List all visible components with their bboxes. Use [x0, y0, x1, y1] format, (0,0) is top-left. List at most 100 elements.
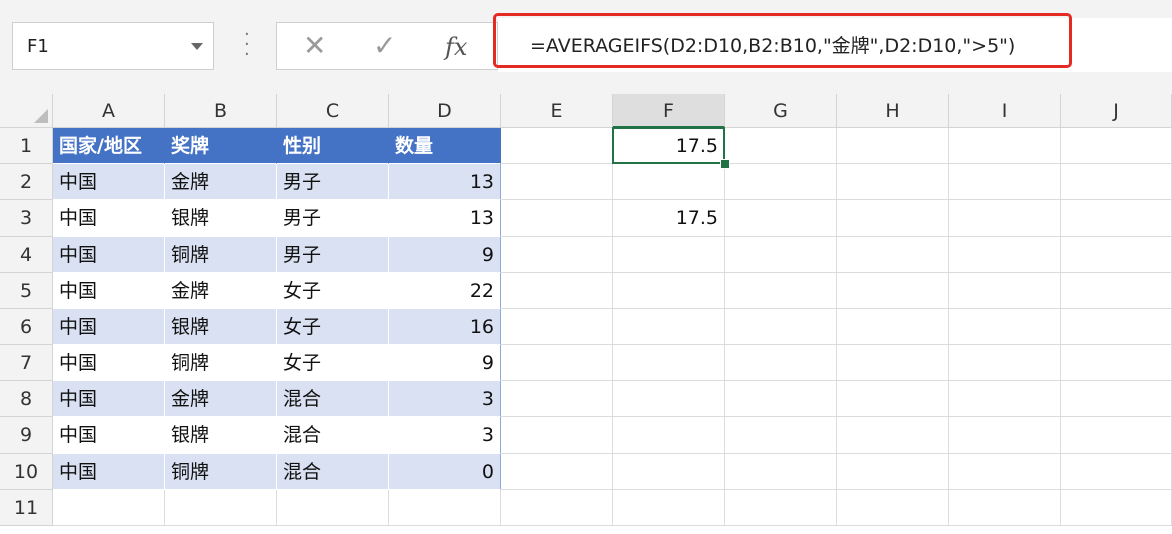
cell-g2[interactable] — [725, 164, 837, 200]
cell-i2[interactable] — [949, 164, 1061, 200]
cell-e11[interactable] — [501, 490, 613, 526]
cell-d11[interactable] — [389, 490, 501, 526]
cell-h9[interactable] — [837, 417, 949, 454]
cell-a9[interactable]: 中国 — [53, 417, 165, 454]
cell-j3[interactable] — [1061, 200, 1172, 237]
cell-b5[interactable]: 金牌 — [165, 273, 277, 309]
cell-d8[interactable]: 3 — [389, 381, 501, 417]
cell-c6[interactable]: 女子 — [277, 309, 389, 345]
cell-b3[interactable]: 银牌 — [165, 200, 277, 237]
cell-h10[interactable] — [837, 454, 949, 490]
cell-c10[interactable]: 混合 — [277, 454, 389, 490]
cell-i4[interactable] — [949, 237, 1061, 273]
row-header-6[interactable]: 6 — [0, 309, 53, 345]
enter-icon[interactable]: ✓ — [373, 31, 396, 61]
cell-g4[interactable] — [725, 237, 837, 273]
column-header-j[interactable]: J — [1061, 94, 1172, 128]
cell-h7[interactable] — [837, 345, 949, 381]
cell-f8[interactable] — [613, 381, 725, 417]
cell-g8[interactable] — [725, 381, 837, 417]
cell-f11[interactable] — [613, 490, 725, 526]
cell-b7[interactable]: 铜牌 — [165, 345, 277, 381]
cell-i11[interactable] — [949, 490, 1061, 526]
cell-h11[interactable] — [837, 490, 949, 526]
cell-b8[interactable]: 金牌 — [165, 381, 277, 417]
cell-g7[interactable] — [725, 345, 837, 381]
cell-a1[interactable]: 国家/地区 — [53, 128, 165, 164]
row-header-2[interactable]: 2 — [0, 164, 53, 200]
cell-c5[interactable]: 女子 — [277, 273, 389, 309]
cell-g6[interactable] — [725, 309, 837, 345]
row-header-7[interactable]: 7 — [0, 345, 53, 381]
row-header-1[interactable]: 1 — [0, 128, 53, 164]
cell-a3[interactable]: 中国 — [53, 200, 165, 237]
cell-d10[interactable]: 0 — [389, 454, 501, 490]
cell-i8[interactable] — [949, 381, 1061, 417]
row-header-8[interactable]: 8 — [0, 381, 53, 417]
cell-d3[interactable]: 13 — [389, 200, 501, 237]
cell-f10[interactable] — [613, 454, 725, 490]
cell-f4[interactable] — [613, 237, 725, 273]
cell-i1[interactable] — [949, 128, 1061, 164]
cell-d1[interactable]: 数量 — [389, 128, 501, 164]
cell-h1[interactable] — [837, 128, 949, 164]
cell-a5[interactable]: 中国 — [53, 273, 165, 309]
column-header-f[interactable]: F — [613, 94, 725, 128]
cell-e8[interactable] — [501, 381, 613, 417]
cell-g9[interactable] — [725, 417, 837, 454]
cell-d2[interactable]: 13 — [389, 164, 501, 200]
cell-i10[interactable] — [949, 454, 1061, 490]
row-header-5[interactable]: 5 — [0, 273, 53, 309]
cell-d4[interactable]: 9 — [389, 237, 501, 273]
cell-f5[interactable] — [613, 273, 725, 309]
cell-a11[interactable] — [53, 490, 165, 526]
insert-function-icon[interactable]: fx — [445, 32, 467, 62]
cell-c3[interactable]: 男子 — [277, 200, 389, 237]
cell-i5[interactable] — [949, 273, 1061, 309]
cell-c7[interactable]: 女子 — [277, 345, 389, 381]
column-header-c[interactable]: C — [277, 94, 389, 128]
cell-a4[interactable]: 中国 — [53, 237, 165, 273]
cell-e9[interactable] — [501, 417, 613, 454]
cell-j10[interactable] — [1061, 454, 1172, 490]
cell-h3[interactable] — [837, 200, 949, 237]
cell-f9[interactable] — [613, 417, 725, 454]
cell-c11[interactable] — [277, 490, 389, 526]
column-header-g[interactable]: G — [725, 94, 837, 128]
cell-f2[interactable] — [613, 164, 725, 200]
cell-f7[interactable] — [613, 345, 725, 381]
column-header-e[interactable]: E — [501, 94, 613, 128]
cell-a8[interactable]: 中国 — [53, 381, 165, 417]
cell-b9[interactable]: 银牌 — [165, 417, 277, 454]
cell-d5[interactable]: 22 — [389, 273, 501, 309]
cell-e3[interactable] — [501, 200, 613, 237]
cell-i9[interactable] — [949, 417, 1061, 454]
cell-e6[interactable] — [501, 309, 613, 345]
cell-b4[interactable]: 铜牌 — [165, 237, 277, 273]
cell-e2[interactable] — [501, 164, 613, 200]
column-header-d[interactable]: D — [389, 94, 501, 128]
name-box[interactable]: F1 — [12, 22, 214, 70]
cell-h4[interactable] — [837, 237, 949, 273]
cell-b2[interactable]: 金牌 — [165, 164, 277, 200]
cell-j9[interactable] — [1061, 417, 1172, 454]
cell-h6[interactable] — [837, 309, 949, 345]
row-header-3[interactable]: 3 — [0, 200, 53, 237]
cell-c4[interactable]: 男子 — [277, 237, 389, 273]
chevron-down-icon[interactable] — [191, 43, 203, 50]
cell-b10[interactable]: 铜牌 — [165, 454, 277, 490]
cell-b1[interactable]: 奖牌 — [165, 128, 277, 164]
cell-c2[interactable]: 男子 — [277, 164, 389, 200]
row-header-9[interactable]: 9 — [0, 417, 53, 454]
cell-d9[interactable]: 3 — [389, 417, 501, 454]
cell-b11[interactable] — [165, 490, 277, 526]
cell-g11[interactable] — [725, 490, 837, 526]
cell-d6[interactable]: 16 — [389, 309, 501, 345]
cell-h5[interactable] — [837, 273, 949, 309]
cell-j2[interactable] — [1061, 164, 1172, 200]
cell-a2[interactable]: 中国 — [53, 164, 165, 200]
row-header-10[interactable]: 10 — [0, 454, 53, 490]
cell-e7[interactable] — [501, 345, 613, 381]
cell-f6[interactable] — [613, 309, 725, 345]
cancel-icon[interactable]: ✕ — [303, 31, 326, 61]
